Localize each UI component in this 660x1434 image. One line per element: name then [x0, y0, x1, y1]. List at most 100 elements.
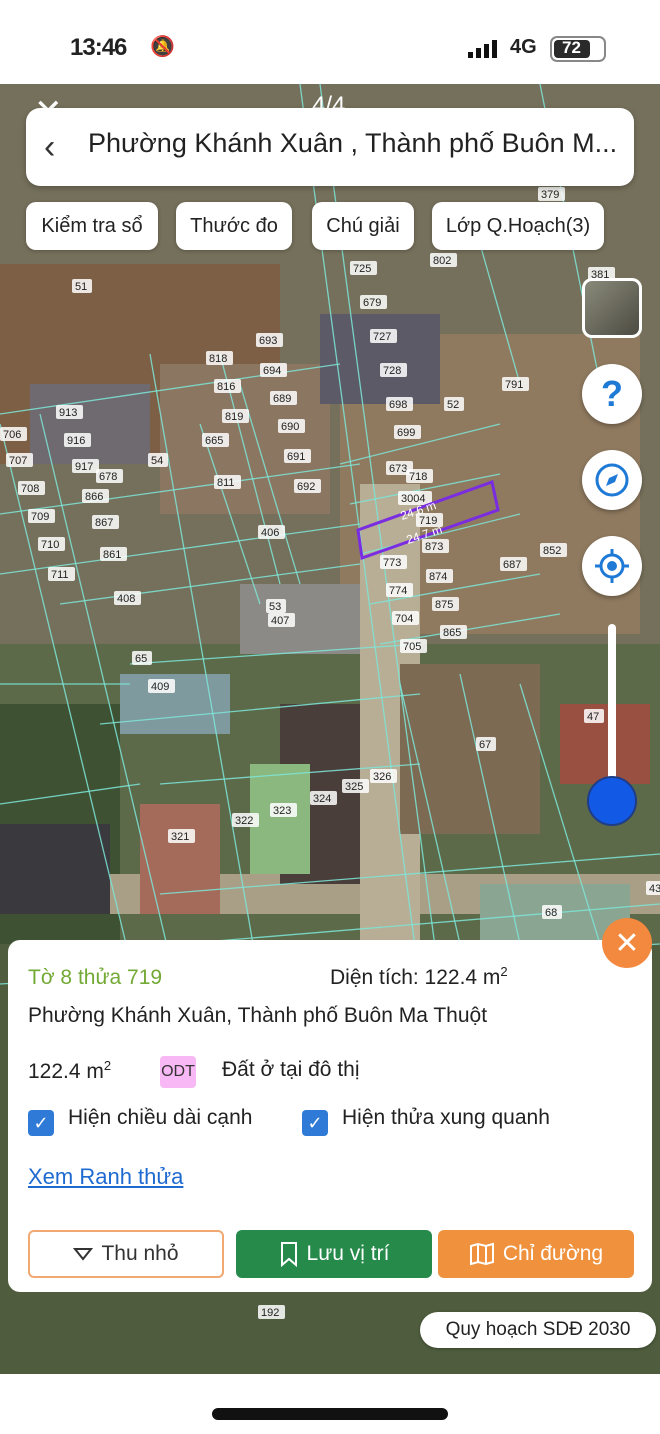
home-indicator[interactable] [212, 1408, 448, 1420]
parcel-number-label[interactable]: 709 [28, 509, 55, 523]
chip-check-book[interactable]: Kiểm tra sổ [26, 202, 158, 250]
chip-planning-layer[interactable]: Lớp Q.Hoạch(3) [432, 202, 604, 250]
parcel-number-label[interactable]: 818 [206, 351, 233, 365]
parcel-number-label[interactable]: 913 [56, 405, 83, 419]
parcel-number-label[interactable]: 704 [392, 611, 419, 625]
directions-button-label: Chỉ đường [502, 1242, 604, 1265]
compass-icon[interactable] [582, 450, 642, 510]
parcel-number-label[interactable]: 690 [278, 419, 305, 433]
checkbox-surrounding[interactable]: ✓ [302, 1110, 328, 1136]
parcel-number-label[interactable]: 710 [38, 537, 65, 551]
parcel-number-label[interactable]: 708 [18, 481, 45, 495]
parcel-number-label[interactable]: 687 [500, 557, 527, 571]
svg-text:694: 694 [263, 365, 281, 377]
parcel-number-label[interactable]: 43 [646, 881, 660, 895]
parcel-number-label[interactable]: 67 [476, 737, 496, 751]
opacity-slider-track[interactable] [608, 624, 616, 800]
parcel-number-label[interactable]: 47 [584, 709, 604, 723]
parcel-number-label[interactable]: 867 [92, 515, 119, 529]
layers-icon[interactable] [582, 278, 642, 338]
svg-text:852: 852 [543, 545, 561, 557]
save-location-button[interactable]: Lưu vị trí [236, 1230, 432, 1278]
parcel-number-label[interactable]: 706 [0, 427, 27, 441]
parcel-number-label[interactable]: 727 [370, 329, 397, 343]
parcel-number-label[interactable]: 324 [310, 791, 337, 805]
parcel-number-label[interactable]: 917 [72, 459, 99, 473]
parcel-number-label[interactable]: 816 [214, 379, 241, 393]
checkbox-edge-length[interactable]: ✓ [28, 1110, 54, 1136]
parcel-number-label[interactable]: 707 [6, 453, 33, 467]
parcel-number-label[interactable]: 705 [400, 639, 427, 653]
parcel-number-label[interactable]: 54 [148, 453, 168, 467]
svg-text:802: 802 [433, 255, 451, 267]
svg-text:706: 706 [3, 429, 21, 441]
parcel-number-label[interactable]: 811 [214, 475, 241, 489]
locate-icon[interactable] [582, 536, 642, 596]
parcel-number-label[interactable]: 698 [386, 397, 413, 411]
parcel-number-label[interactable]: 866 [82, 489, 109, 503]
back-icon[interactable]: ‹ [44, 128, 55, 167]
svg-text:708: 708 [21, 483, 39, 495]
parcel-number-label[interactable]: 408 [114, 591, 141, 605]
parcel-number-label[interactable]: 691 [284, 449, 311, 463]
svg-text:727: 727 [373, 331, 391, 343]
parcel-number-label[interactable]: 65 [132, 651, 152, 665]
parcel-number-label[interactable]: 692 [294, 479, 321, 493]
parcel-number-label[interactable]: 852 [540, 543, 567, 557]
directions-button[interactable]: Chỉ đường [438, 1230, 634, 1278]
chip-measure[interactable]: Thước đo [176, 202, 292, 250]
parcel-number-label[interactable]: 678 [96, 469, 123, 483]
parcel-number-label[interactable]: 874 [426, 569, 453, 583]
opacity-slider-knob[interactable] [587, 776, 637, 826]
parcel-number-label[interactable]: 409 [148, 679, 175, 693]
parcel-number-label[interactable]: 865 [440, 625, 467, 639]
parcel-number-label[interactable]: 802 [430, 253, 457, 267]
parcel-number-label[interactable]: 406 [258, 525, 285, 539]
help-icon[interactable]: ? [582, 364, 642, 424]
parcel-number-label[interactable]: 791 [502, 377, 529, 391]
parcel-number-label[interactable]: 773 [380, 555, 407, 569]
parcel-number-label[interactable]: 51 [72, 279, 92, 293]
parcel-number-label[interactable]: 694 [260, 363, 287, 377]
svg-text:687: 687 [503, 559, 521, 571]
parcel-number-label[interactable]: 407 [268, 613, 295, 627]
parcel-number-label[interactable]: 689 [270, 391, 297, 405]
parcel-number-label[interactable]: 53 [266, 599, 286, 613]
close-panel-icon[interactable]: ✕ [602, 918, 652, 968]
parcel-number-label[interactable]: 916 [64, 433, 91, 447]
parcel-number-label[interactable]: 728 [380, 363, 407, 377]
view-boundary-link[interactable]: Xem Ranh thửa [28, 1164, 183, 1190]
parcel-number-label[interactable]: 699 [394, 425, 421, 439]
parcel-number-label[interactable]: 325 [342, 779, 369, 793]
parcel-number-label[interactable]: 326 [370, 769, 397, 783]
parcel-number-label[interactable]: 52 [444, 397, 464, 411]
chip-legend[interactable]: Chú giải [312, 202, 414, 250]
location-header[interactable]: ‹ Phường Khánh Xuân , Thành phố Buôn M..… [26, 108, 634, 186]
parcel-number-label[interactable]: 774 [386, 583, 413, 597]
parcel-number-label[interactable]: 379 [538, 187, 565, 201]
planning-label[interactable]: Quy hoạch SDĐ 2030 [420, 1312, 656, 1348]
parcel-number-label[interactable]: 679 [360, 295, 387, 309]
svg-text:819: 819 [225, 411, 243, 423]
parcel-number-label[interactable]: 718 [406, 469, 433, 483]
parcel-address: Phường Khánh Xuân, Thành phố Buôn Ma Thu… [28, 1004, 488, 1027]
svg-text:873: 873 [425, 541, 443, 553]
bottom-bar [0, 1374, 660, 1434]
parcel-number-label[interactable]: 192 [258, 1305, 285, 1319]
svg-text:865: 865 [443, 627, 461, 639]
parcel-number-label[interactable]: 725 [350, 261, 377, 275]
parcel-number-label[interactable]: 665 [202, 433, 229, 447]
parcel-number-label[interactable]: 693 [256, 333, 283, 347]
parcel-number-label[interactable]: 322 [232, 813, 259, 827]
parcel-number-label[interactable]: 711 [48, 567, 75, 581]
parcel-number-label[interactable]: 875 [432, 597, 459, 611]
parcel-number-label[interactable]: 321 [168, 829, 195, 843]
shrink-button[interactable]: Thu nhỏ [28, 1230, 224, 1278]
parcel-number-label[interactable]: 323 [270, 803, 297, 817]
svg-text:54: 54 [151, 455, 163, 467]
parcel-number-label[interactable]: 68 [542, 905, 562, 919]
svg-text:409: 409 [151, 681, 169, 693]
svg-text:705: 705 [403, 641, 421, 653]
parcel-number-label[interactable]: 861 [100, 547, 127, 561]
parcel-number-label[interactable]: 819 [222, 409, 249, 423]
